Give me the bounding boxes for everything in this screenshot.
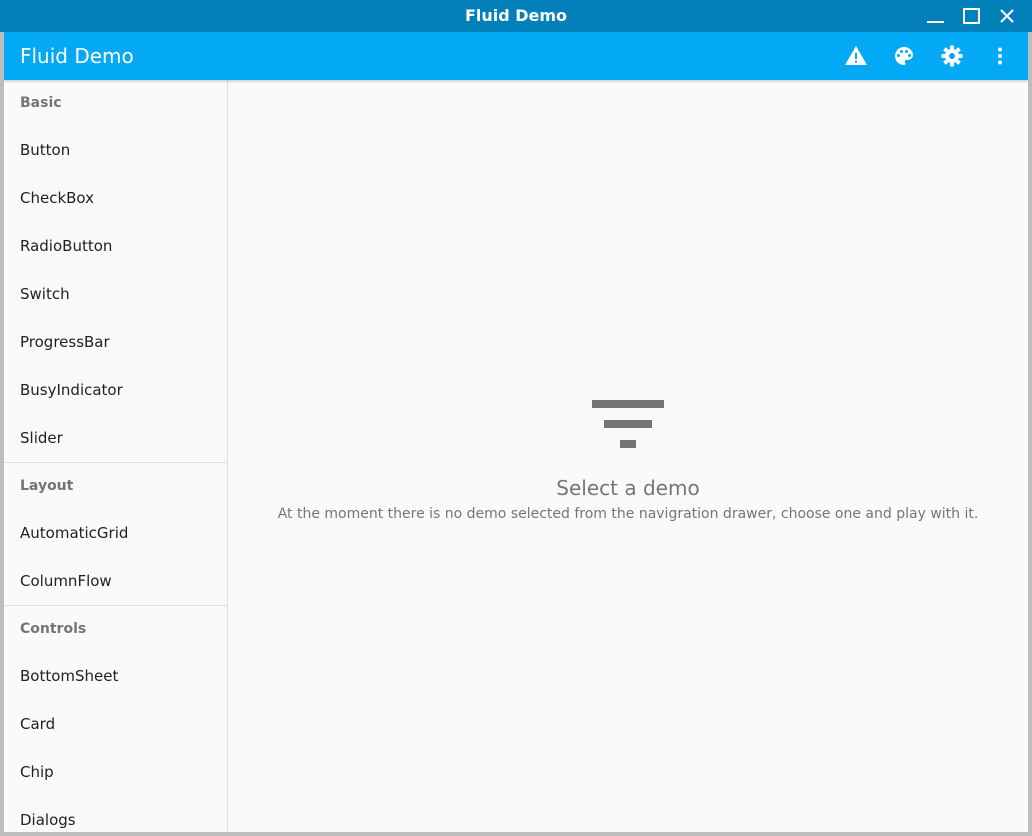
section-header-layout: Layout xyxy=(20,478,74,494)
section-header-controls: Controls xyxy=(20,621,87,637)
app-bar-title: Fluid Demo xyxy=(20,44,134,68)
palette-icon xyxy=(895,47,913,65)
drawer-item-switch[interactable]: Switch xyxy=(4,270,227,318)
drawer-item-checkbox[interactable]: CheckBox xyxy=(4,174,227,222)
empty-placeholder: Select a demo At the moment there is no … xyxy=(228,400,1028,522)
drawer-item-automaticgrid[interactable]: AutomaticGrid xyxy=(4,509,227,557)
minimize-button[interactable] xyxy=(922,4,948,28)
drawer-item-button[interactable]: Button xyxy=(4,126,227,174)
warning-button[interactable] xyxy=(840,40,872,72)
drawer-item-dialogs[interactable]: Dialogs xyxy=(4,796,227,832)
drawer-item-card[interactable]: Card xyxy=(4,700,227,748)
drawer-item-slider[interactable]: Slider xyxy=(4,414,227,462)
settings-button[interactable] xyxy=(936,40,968,72)
palette-button[interactable] xyxy=(888,40,920,72)
app-window: Fluid Demo Fluid Demo Basic Button Check… xyxy=(0,0,1032,836)
drawer-item-columnflow[interactable]: ColumnFlow xyxy=(4,557,227,605)
drawer-item-bottomsheet[interactable]: BottomSheet xyxy=(4,652,227,700)
maximize-button[interactable] xyxy=(958,4,984,28)
settings-icon xyxy=(941,45,963,67)
drawer-item-radiobutton[interactable]: RadioButton xyxy=(4,222,227,270)
main-content: Select a demo At the moment there is no … xyxy=(228,80,1028,832)
app-client-area: Fluid Demo Basic Button CheckBox RadioBu… xyxy=(4,32,1028,832)
filter-list-icon xyxy=(592,400,664,448)
window-titlebar[interactable]: Fluid Demo xyxy=(0,0,1032,32)
placeholder-title: Select a demo xyxy=(556,476,700,500)
placeholder-description: At the moment there is no demo selected … xyxy=(277,506,979,522)
section-header-basic: Basic xyxy=(20,95,62,111)
minimize-icon xyxy=(927,21,944,23)
close-icon xyxy=(1000,9,1014,23)
navigation-drawer: Basic Button CheckBox RadioButton Switch… xyxy=(4,80,228,832)
window-title: Fluid Demo xyxy=(464,6,568,25)
drawer-item-progressbar[interactable]: ProgressBar xyxy=(4,318,227,366)
close-button[interactable] xyxy=(994,4,1020,28)
maximize-icon xyxy=(963,8,980,24)
app-bar: Fluid Demo xyxy=(4,32,1028,80)
drawer-item-chip[interactable]: Chip xyxy=(4,748,227,796)
more-options-button[interactable] xyxy=(984,40,1016,72)
drawer-item-busyindicator[interactable]: BusyIndicator xyxy=(4,366,227,414)
warning-icon xyxy=(845,46,867,65)
more-vert-icon xyxy=(998,47,1002,65)
